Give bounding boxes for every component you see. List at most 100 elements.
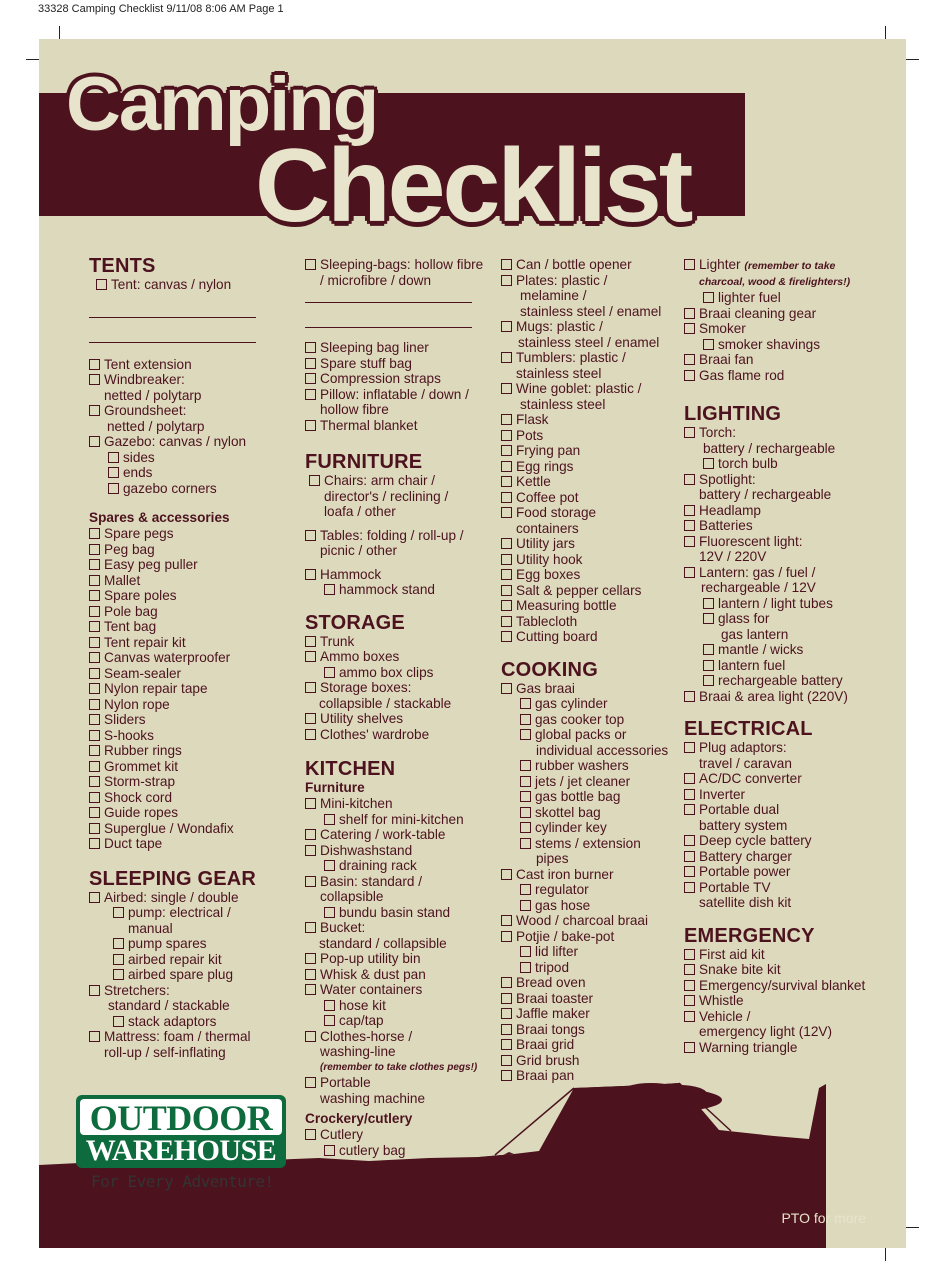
checkbox[interactable]	[89, 838, 100, 849]
list-item[interactable]: hammock stand	[305, 582, 500, 598]
list-item[interactable]: cylinder key	[501, 820, 681, 836]
checkbox[interactable]	[501, 868, 512, 880]
list-item[interactable]: Braai & area light (220V)	[684, 689, 894, 705]
checkbox[interactable]	[684, 866, 695, 877]
list-item[interactable]: Storm-strap	[89, 774, 289, 790]
list-item[interactable]: Nylon repair tape	[89, 681, 289, 697]
checkbox[interactable]	[520, 791, 531, 802]
list-item[interactable]: global packs or	[501, 727, 681, 743]
list-item[interactable]: Bucket:	[305, 920, 500, 936]
list-item[interactable]: smoker shavings	[684, 337, 894, 353]
list-item[interactable]: regulator	[501, 882, 681, 898]
checkbox[interactable]	[684, 566, 695, 578]
checkbox[interactable]	[305, 342, 316, 353]
checkbox[interactable]	[501, 615, 512, 627]
list-item[interactable]: Potjie / bake-pot	[501, 929, 681, 945]
checkbox[interactable]	[684, 850, 695, 862]
checkbox[interactable]	[703, 458, 714, 469]
list-item[interactable]: Food storage	[501, 505, 681, 521]
checkbox[interactable]	[684, 835, 695, 846]
checkbox[interactable]	[113, 969, 124, 980]
list-item[interactable]: Airbed: single / double	[89, 890, 289, 906]
list-item[interactable]: Braai cleaning gear	[684, 306, 894, 322]
checkbox[interactable]	[684, 307, 695, 319]
checkbox[interactable]	[501, 507, 512, 518]
checkbox[interactable]	[89, 745, 100, 756]
list-item[interactable]: Utility jars	[501, 536, 681, 552]
checkbox[interactable]	[501, 491, 512, 503]
list-item[interactable]: shelf for mini-kitchen	[305, 812, 500, 828]
checkbox[interactable]	[501, 429, 512, 441]
list-item[interactable]: gazebo corners	[89, 481, 289, 497]
list-item[interactable]: Pop-up utility bin	[305, 951, 500, 967]
list-item[interactable]: Headlamp	[684, 503, 894, 519]
list-item[interactable]: Pots	[501, 428, 681, 444]
checkbox[interactable]	[684, 788, 695, 800]
checkbox[interactable]	[520, 946, 531, 957]
checkbox[interactable]	[684, 881, 695, 893]
list-item[interactable]: Egg rings	[501, 459, 681, 475]
list-item[interactable]: Compression straps	[305, 371, 500, 387]
checkbox[interactable]	[324, 999, 335, 1011]
checkbox[interactable]	[89, 652, 100, 663]
list-item[interactable]: Tent bag	[89, 619, 289, 635]
list-item[interactable]: Portable dual	[684, 802, 894, 818]
checkbox[interactable]	[305, 953, 316, 964]
list-item[interactable]: Bread oven	[501, 975, 681, 991]
list-item[interactable]: Gazebo: canvas / nylon	[89, 434, 289, 450]
checkbox[interactable]	[305, 357, 316, 369]
list-item[interactable]: airbed spare plug	[89, 967, 289, 983]
list-item[interactable]: Tablecloth	[501, 614, 681, 630]
list-item[interactable]: Pillow: inflatable / down /	[305, 387, 500, 403]
list-item[interactable]: Hammock	[305, 567, 500, 583]
list-item[interactable]: Easy peg puller	[89, 557, 289, 573]
list-item[interactable]: Stretchers:	[89, 983, 289, 999]
checkbox[interactable]	[501, 460, 512, 472]
list-item[interactable]: Plates: plastic /	[501, 273, 681, 289]
checkbox[interactable]	[684, 773, 695, 784]
list-item[interactable]: cap/tap	[305, 1013, 500, 1029]
list-item[interactable]: Groundsheet:	[89, 403, 289, 419]
list-item[interactable]: Coffee pot	[501, 490, 681, 506]
list-item[interactable]: Trunk	[305, 634, 500, 650]
checkbox[interactable]	[703, 613, 714, 624]
checkbox[interactable]	[520, 806, 531, 818]
checkbox[interactable]	[520, 698, 531, 709]
list-item[interactable]: lantern / light tubes	[684, 596, 894, 612]
list-item[interactable]: gas cylinder	[501, 696, 681, 712]
checkbox[interactable]	[520, 775, 531, 787]
checkbox[interactable]	[108, 482, 119, 494]
list-item[interactable]: Clothes' wardrobe	[305, 727, 500, 743]
list-item[interactable]: stack adaptors	[89, 1014, 289, 1030]
write-in-line[interactable]	[89, 318, 256, 343]
list-item[interactable]: pump spares	[89, 936, 289, 952]
list-item[interactable]: Inverter	[684, 787, 894, 803]
checkbox[interactable]	[89, 822, 100, 834]
list-item[interactable]: glass for	[684, 611, 894, 627]
list-item[interactable]: Fluorescent light:	[684, 534, 894, 550]
checkbox[interactable]	[89, 698, 100, 710]
checkbox[interactable]	[89, 729, 100, 741]
list-item[interactable]: Catering / work-table	[305, 827, 500, 843]
checkbox[interactable]	[520, 729, 531, 740]
checkbox[interactable]	[113, 1015, 124, 1027]
list-item[interactable]: S-hooks	[89, 728, 289, 744]
checkbox[interactable]	[684, 995, 695, 1006]
list-item[interactable]: Whisk & dust pan	[305, 967, 500, 983]
checkbox[interactable]	[89, 776, 100, 787]
checkbox[interactable]	[89, 621, 100, 632]
list-item[interactable]: Basin: standard /	[305, 874, 500, 890]
list-item[interactable]: Windbreaker:	[89, 372, 289, 388]
list-item[interactable]: Mugs: plastic /	[501, 319, 681, 335]
list-item[interactable]: gas cooker top	[501, 712, 681, 728]
list-item[interactable]: Spare poles	[89, 588, 289, 604]
checkbox[interactable]	[684, 504, 695, 516]
list-item[interactable]: rechargeable battery	[684, 673, 894, 689]
list-item[interactable]: Canvas waterproofer	[89, 650, 289, 666]
checkbox[interactable]	[703, 338, 714, 350]
list-item[interactable]: Seam-sealer	[89, 666, 289, 682]
list-item[interactable]: Flask	[501, 412, 681, 428]
checkbox[interactable]	[89, 559, 100, 570]
checkbox[interactable]	[89, 891, 100, 903]
checkbox[interactable]	[89, 791, 100, 803]
